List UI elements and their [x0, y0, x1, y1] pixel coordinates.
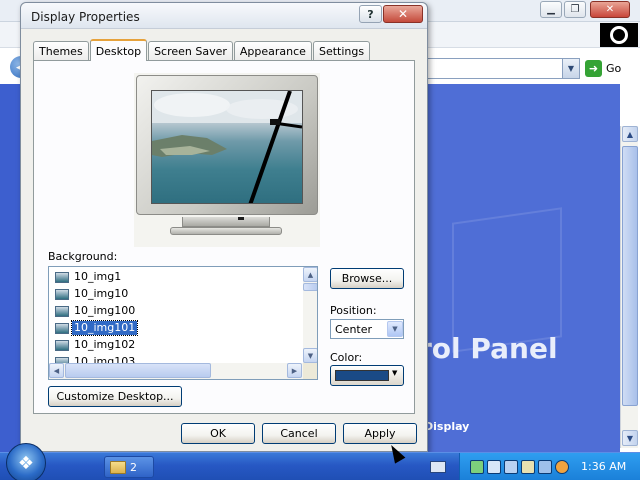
image-thumbnail-icon [55, 271, 69, 283]
folder-icon [110, 460, 126, 474]
list-item[interactable]: 10_img10 [55, 286, 130, 302]
monitor-bezel [136, 75, 318, 215]
list-item[interactable]: 10_img1 [55, 269, 123, 285]
dialog-titlebar[interactable]: Display Properties ? ✕ [21, 3, 427, 29]
control-panel-watermark [452, 207, 562, 353]
keyboard-icon[interactable] [430, 461, 446, 473]
tab-themes[interactable]: Themes [33, 41, 89, 61]
display-properties-dialog: Display Properties ? ✕ Themes Desktop Sc… [20, 2, 428, 452]
address-bar-input[interactable] [420, 58, 580, 79]
image-thumbnail-icon [55, 305, 69, 317]
taskbar: ❖ 2 1:36 AM [0, 443, 640, 480]
monitor-power-led [238, 217, 244, 220]
dialog-tabs: Themes Desktop Screen Saver Appearance S… [33, 39, 371, 61]
image-thumbnail-icon [55, 288, 69, 300]
go-arrow-icon: ➜ [585, 60, 602, 77]
go-button[interactable]: ➜ Go [585, 58, 631, 79]
tab-settings[interactable]: Settings [312, 41, 371, 61]
scroll-down-icon[interactable]: ▼ [303, 348, 317, 363]
list-item-label: 10_img1 [74, 270, 122, 283]
image-thumbnail-icon [55, 339, 69, 351]
help-icon[interactable]: ? [359, 5, 382, 23]
search-icon[interactable] [555, 460, 569, 474]
scroll-right-icon[interactable]: ▶ [287, 363, 302, 378]
taskbar-folder-group[interactable]: 2 [104, 456, 154, 478]
display-link[interactable]: Display [424, 420, 469, 433]
monitor-preview [134, 73, 320, 247]
windows-logo-throbber [600, 23, 638, 47]
scrollbar-corner [303, 363, 317, 379]
scroll-up-icon[interactable]: ▲ [622, 126, 638, 142]
list-vertical-thumb[interactable] [303, 283, 317, 291]
tray-app-icon[interactable] [521, 460, 535, 474]
position-select[interactable]: Center ▼ [330, 319, 404, 339]
display-icon[interactable] [487, 460, 501, 474]
background-scrollbar[interactable]: ▲ ▼ [620, 126, 638, 448]
windows-icon[interactable] [504, 460, 518, 474]
background-scroll-thumb[interactable] [622, 146, 638, 406]
position-label: Position: [330, 304, 377, 317]
dropdown-icon[interactable]: ▼ [562, 59, 579, 78]
wallpaper-preview [151, 90, 303, 204]
color-label: Color: [330, 351, 363, 364]
dialog-title: Display Properties [31, 10, 140, 24]
scroll-down-icon[interactable]: ▼ [622, 430, 638, 446]
background-label: Background: [48, 250, 118, 263]
tab-appearance[interactable]: Appearance [233, 41, 312, 61]
control-panel-title: rol Panel [418, 332, 558, 365]
system-tray: 1:36 AM [459, 453, 640, 480]
wallpaper-image [152, 91, 302, 203]
windows-start-icon[interactable]: ❖ [6, 443, 46, 480]
list-item-label: 10_img102 [74, 338, 136, 351]
clock[interactable]: 1:36 AM [581, 460, 626, 473]
monitor-base [170, 227, 282, 235]
minimize-button[interactable]: ▁ [540, 1, 562, 18]
chevron-down-icon[interactable]: ▼ [387, 321, 403, 337]
list-vertical-scrollbar[interactable]: ▲ ▼ [303, 267, 317, 363]
color-picker-button[interactable]: ▼ [330, 365, 404, 386]
list-item-label: 10_img101 [70, 320, 139, 336]
tab-desktop[interactable]: Desktop [89, 39, 148, 61]
wallpaper-list[interactable]: 10_img1 10_img10 10_img100 10_img101 10_… [48, 266, 318, 380]
maximize-button[interactable]: ❐ [564, 1, 586, 18]
browse-button[interactable]: Browse... [330, 268, 404, 289]
cancel-button[interactable]: Cancel [262, 423, 336, 444]
monitor-stand [182, 217, 270, 227]
network-icon[interactable] [470, 460, 484, 474]
list-item-selected[interactable]: 10_img101 [55, 320, 139, 336]
tab-screen-saver[interactable]: Screen Saver [148, 41, 233, 61]
apply-button[interactable]: Apply [343, 423, 417, 444]
list-horizontal-scrollbar[interactable]: ◀ ▶ [49, 363, 303, 379]
list-item-label: 10_img100 [74, 304, 136, 317]
close-icon[interactable]: ✕ [383, 5, 423, 23]
background-close-button[interactable]: ✕ [590, 1, 630, 18]
position-value: Center [335, 323, 373, 336]
list-item[interactable]: 10_img102 [55, 337, 137, 353]
customize-desktop-button[interactable]: Customize Desktop... [48, 386, 182, 407]
list-item[interactable]: 10_img100 [55, 303, 137, 319]
control-panel-left-strip [0, 84, 20, 452]
image-thumbnail-icon [55, 322, 69, 334]
color-swatch [335, 370, 389, 381]
scroll-left-icon[interactable]: ◀ [49, 363, 64, 378]
list-horizontal-thumb[interactable] [65, 363, 211, 378]
desktop-tab-panel: Background: 10_img1 10_img10 10_img100 1… [33, 60, 415, 414]
chevron-down-icon: ▼ [392, 369, 398, 377]
scroll-up-icon[interactable]: ▲ [303, 267, 317, 282]
ok-button[interactable]: OK [181, 423, 255, 444]
folder-group-count: 2 [130, 460, 137, 474]
go-label: Go [606, 62, 622, 75]
list-item-label: 10_img10 [74, 287, 129, 300]
language-icon[interactable] [538, 460, 552, 474]
